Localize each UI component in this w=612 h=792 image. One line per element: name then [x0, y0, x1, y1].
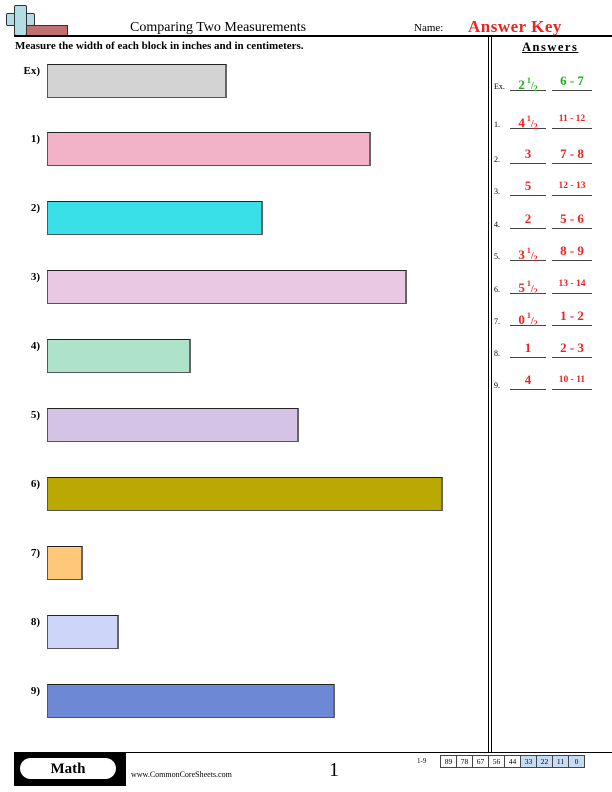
measure-block: [47, 684, 335, 718]
problem-label: 5): [30, 409, 40, 421]
name-label: Name:: [414, 22, 444, 34]
score-cell: 56: [488, 755, 505, 768]
answer-inches: 5: [510, 178, 546, 196]
measure-block: [47, 615, 119, 649]
answer-centimeters: 8 - 9: [552, 243, 592, 261]
answer-inches: 0 1/2: [510, 308, 546, 328]
answer-centimeters: 6 - 7: [552, 73, 592, 91]
answer-number: 2.: [494, 155, 500, 164]
measure-block: [47, 477, 443, 511]
answer-inches: 2 1/2: [510, 73, 546, 93]
score-cell: 22: [536, 755, 553, 768]
answer-number: 3.: [494, 187, 500, 196]
answer-number: 6.: [494, 285, 500, 294]
answers-divider: [488, 37, 489, 753]
measure-block: [47, 201, 263, 235]
measure-block: [47, 132, 371, 166]
measure-block: [47, 270, 407, 304]
score-range-label: 1-9: [417, 757, 427, 765]
problem-label: Ex): [23, 65, 41, 77]
problem-label: 4): [30, 340, 40, 352]
score-cell: 78: [456, 755, 473, 768]
answer-inches: 5 1/2: [510, 276, 546, 296]
footer-url[interactable]: www.CommonCoreSheets.com: [131, 770, 232, 779]
name-value: Answer Key: [468, 17, 562, 36]
measure-block: [47, 408, 299, 442]
answer-number: 7.: [494, 317, 500, 326]
answer-centimeters: 2 - 3: [552, 340, 592, 358]
answer-inches: 2: [510, 211, 546, 229]
score-cell: 0: [568, 755, 585, 768]
answer-number: 5.: [494, 252, 500, 261]
score-cell: 11: [552, 755, 569, 768]
answer-inches: 1: [510, 340, 546, 358]
problem-label: 3): [30, 271, 40, 283]
problem-label: 9): [30, 685, 40, 697]
problem-label: 8): [30, 616, 40, 628]
answers-divider-inner: [491, 37, 492, 753]
answer-number: 4.: [494, 220, 500, 229]
answer-centimeters: 12 - 13: [552, 178, 592, 196]
answer-inches: 4: [510, 372, 546, 390]
header-divider: [14, 35, 612, 37]
footer-subject: Math: [20, 758, 116, 779]
instructions: Measure the width of each block in inche…: [15, 40, 304, 52]
answer-number: 9.: [494, 381, 500, 390]
problem-label: 1): [30, 133, 40, 145]
answer-centimeters: 7 - 8: [552, 146, 592, 164]
score-cell: 89: [440, 755, 457, 768]
answer-centimeters: 1 - 2: [552, 308, 592, 326]
problem-label: 6): [30, 478, 40, 490]
answer-centimeters: 10 - 11: [552, 372, 592, 390]
answer-number: 8.: [494, 349, 500, 358]
answers-heading: Answers: [522, 40, 579, 54]
score-table: 89 78 67 56 44 33 22 11 0: [440, 755, 585, 768]
answer-inches: 3: [510, 146, 546, 164]
answer-inches: 3 1/2: [510, 243, 546, 263]
page-title: Comparing Two Measurements: [130, 20, 307, 35]
score-cell: 67: [472, 755, 489, 768]
answer-inches: 4 1/2: [510, 111, 546, 131]
answer-centimeters: 5 - 6: [552, 211, 592, 229]
answer-number: Ex.: [494, 82, 505, 91]
score-cell: 33: [520, 755, 537, 768]
answer-centimeters: 11 - 12: [552, 111, 592, 129]
answer-number: 1.: [494, 120, 500, 129]
answer-centimeters: 13 - 14: [552, 276, 592, 294]
problem-label: 2): [30, 202, 40, 214]
page-number: 1: [329, 759, 339, 781]
score-cell: 44: [504, 755, 521, 768]
measure-block: [47, 64, 227, 98]
problem-label: 7): [30, 547, 40, 559]
measure-block: [47, 546, 83, 580]
measure-block: [47, 339, 191, 373]
